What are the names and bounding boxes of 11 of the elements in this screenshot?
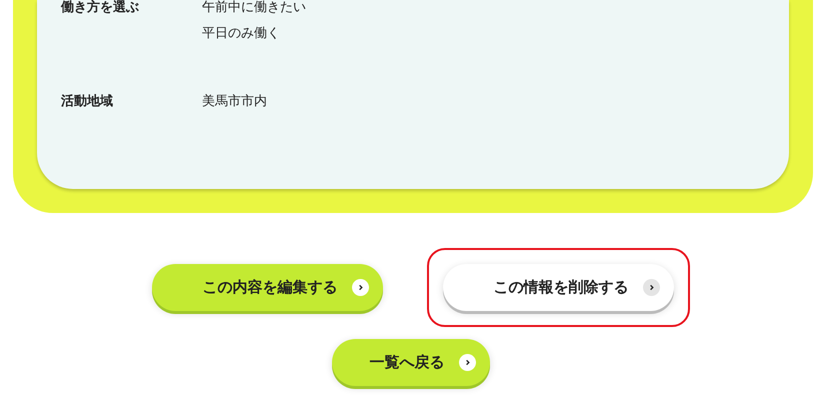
detail-value: 美馬市市内: [202, 93, 267, 111]
action-button[interactable]: この内容を編集する: [152, 264, 382, 311]
chevron-right-icon: [642, 279, 660, 296]
chevron-right-icon: [352, 279, 368, 296]
detail-label: 働き方を選ぶ: [61, 0, 140, 17]
chevron-right-icon: [458, 354, 476, 371]
action-button[interactable]: 一覧へ戻る: [332, 339, 490, 386]
detail-value: 午前中に働きたい: [202, 0, 306, 17]
detail-label: 活動地域: [61, 93, 114, 111]
detail-value: 平日のみ働く: [202, 25, 281, 43]
action-button[interactable]: この情報を削除する: [442, 264, 674, 311]
